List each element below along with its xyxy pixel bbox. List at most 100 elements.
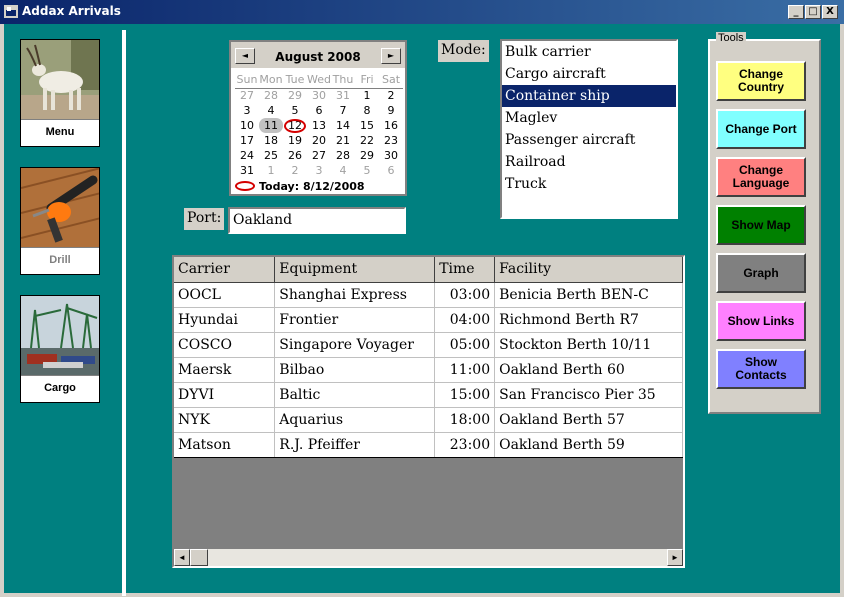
calendar-day[interactable]: 7 [331, 103, 355, 118]
calendar-today-link[interactable]: Today: 8/12/2008 [235, 180, 365, 193]
cell-equipment[interactable]: Shanghai Express [274, 282, 436, 308]
cell-time[interactable]: 03:00 [434, 282, 496, 308]
calendar-day[interactable]: 28 [331, 148, 355, 163]
calendar-day[interactable]: 27 [235, 88, 259, 103]
table-row[interactable]: Matson R.J. Pfeiffer 23:00 Oakland Berth… [174, 432, 683, 458]
table-row[interactable]: DYVI Baltic 15:00 San Francisco Pier 35 [174, 382, 683, 408]
calendar-day[interactable]: 30 [307, 88, 331, 103]
calendar-day[interactable]: 10 [235, 118, 259, 133]
arrivals-grid[interactable]: Carrier Equipment Time Facility OOCL Sha… [172, 255, 685, 568]
calendar-day[interactable]: 26 [283, 148, 307, 163]
table-row[interactable]: NYK Aquarius 18:00 Oakland Berth 57 [174, 407, 683, 433]
calendar-day[interactable]: 23 [379, 133, 403, 148]
cell-carrier[interactable]: Maersk [174, 357, 276, 383]
cell-carrier[interactable]: OOCL [174, 282, 276, 308]
minimize-button[interactable]: _ [788, 5, 804, 19]
cell-facility[interactable]: Oakland Berth 60 [494, 357, 683, 383]
calendar-day[interactable]: 1 [355, 88, 379, 103]
cell-equipment[interactable]: R.J. Pfeiffer [274, 432, 436, 458]
calendar-day[interactable]: 8 [355, 103, 379, 118]
column-header-time[interactable]: Time [434, 257, 496, 283]
calendar-day[interactable]: 2 [283, 163, 307, 178]
change-country-button[interactable]: Change Country [716, 61, 806, 101]
calendar-day[interactable]: 6 [379, 163, 403, 178]
calendar-day[interactable]: 21 [331, 133, 355, 148]
change-language-button[interactable]: Change Language [716, 157, 806, 197]
column-header-equipment[interactable]: Equipment [274, 257, 436, 283]
cell-facility[interactable]: San Francisco Pier 35 [494, 382, 683, 408]
table-row[interactable]: Hyundai Frontier 04:00 Richmond Berth R7 [174, 307, 683, 333]
calendar-day[interactable]: 5 [355, 163, 379, 178]
calendar-day[interactable]: 25 [259, 148, 283, 163]
scroll-right-arrow-icon[interactable]: ► [667, 549, 683, 566]
calendar-day[interactable]: 24 [235, 148, 259, 163]
calendar-day[interactable]: 3 [235, 103, 259, 118]
calendar-day-selected[interactable]: 11 [259, 118, 283, 133]
graph-button[interactable]: Graph [716, 253, 806, 293]
calendar-day[interactable]: 31 [235, 163, 259, 178]
show-links-button[interactable]: Show Links [716, 301, 806, 341]
port-input[interactable]: Oakland [228, 207, 406, 234]
calendar-day[interactable]: 1 [259, 163, 283, 178]
cell-time[interactable]: 15:00 [434, 382, 496, 408]
mode-option[interactable]: Railroad [502, 151, 676, 173]
show-contacts-button[interactable]: Show Contacts [716, 349, 806, 389]
calendar-day[interactable]: 29 [355, 148, 379, 163]
mode-option[interactable]: Passenger aircraft [502, 129, 676, 151]
cell-facility[interactable]: Stockton Berth 10/11 [494, 332, 683, 358]
mode-option-selected[interactable]: Container ship [502, 85, 676, 107]
scroll-thumb[interactable] [190, 549, 208, 566]
calendar-day[interactable]: 31 [331, 88, 355, 103]
calendar-day[interactable]: 16 [379, 118, 403, 133]
cell-facility[interactable]: Benicia Berth BEN-C [494, 282, 683, 308]
show-map-button[interactable]: Show Map [716, 205, 806, 245]
menu-card[interactable]: Menu [20, 39, 100, 147]
cell-time[interactable]: 18:00 [434, 407, 496, 433]
cell-facility[interactable]: Oakland Berth 59 [494, 432, 683, 458]
calendar-day[interactable]: 4 [331, 163, 355, 178]
calendar-day[interactable]: 9 [379, 103, 403, 118]
calendar-day[interactable]: 3 [307, 163, 331, 178]
table-row[interactable]: COSCO Singapore Voyager 05:00 Stockton B… [174, 332, 683, 358]
calendar-day[interactable]: 17 [235, 133, 259, 148]
calendar-day[interactable]: 13 [307, 118, 331, 133]
cell-facility[interactable]: Oakland Berth 57 [494, 407, 683, 433]
cell-equipment[interactable]: Aquarius [274, 407, 436, 433]
mode-option[interactable]: Truck [502, 173, 676, 195]
maximize-button[interactable]: □ [805, 5, 821, 19]
app-icon[interactable] [4, 5, 18, 18]
cell-carrier[interactable]: NYK [174, 407, 276, 433]
cell-time[interactable]: 04:00 [434, 307, 496, 333]
scroll-left-arrow-icon[interactable]: ◄ [174, 549, 190, 566]
close-button[interactable]: X [822, 5, 838, 19]
cell-facility[interactable]: Richmond Berth R7 [494, 307, 683, 333]
cell-equipment[interactable]: Singapore Voyager [274, 332, 436, 358]
calendar-day[interactable]: 4 [259, 103, 283, 118]
next-month-button[interactable]: ► [381, 48, 401, 64]
prev-month-button[interactable]: ◄ [235, 48, 255, 64]
calendar-day[interactable]: 18 [259, 133, 283, 148]
cargo-card[interactable]: Cargo [20, 295, 100, 403]
cell-carrier[interactable]: Hyundai [174, 307, 276, 333]
cell-time[interactable]: 05:00 [434, 332, 496, 358]
cell-time[interactable]: 23:00 [434, 432, 496, 458]
change-port-button[interactable]: Change Port [716, 109, 806, 149]
cell-time[interactable]: 11:00 [434, 357, 496, 383]
cell-carrier[interactable]: Matson [174, 432, 276, 458]
cell-carrier[interactable]: DYVI [174, 382, 276, 408]
column-header-facility[interactable]: Facility [494, 257, 683, 283]
calendar-day[interactable]: 30 [379, 148, 403, 163]
mode-listbox[interactable]: Bulk carrier Cargo aircraft Container sh… [500, 39, 678, 219]
calendar-day[interactable]: 19 [283, 133, 307, 148]
calendar-day[interactable]: 20 [307, 133, 331, 148]
cell-equipment[interactable]: Baltic [274, 382, 436, 408]
horizontal-scrollbar[interactable]: ◄ ► [174, 549, 683, 566]
calendar-day[interactable]: 15 [355, 118, 379, 133]
calendar-day[interactable]: 22 [355, 133, 379, 148]
calendar-day[interactable]: 28 [259, 88, 283, 103]
calendar-day[interactable]: 2 [379, 88, 403, 103]
calendar-day-today[interactable]: 12 [283, 118, 307, 133]
cell-equipment[interactable]: Frontier [274, 307, 436, 333]
cell-carrier[interactable]: COSCO [174, 332, 276, 358]
table-row[interactable]: Maersk Bilbao 11:00 Oakland Berth 60 [174, 357, 683, 383]
